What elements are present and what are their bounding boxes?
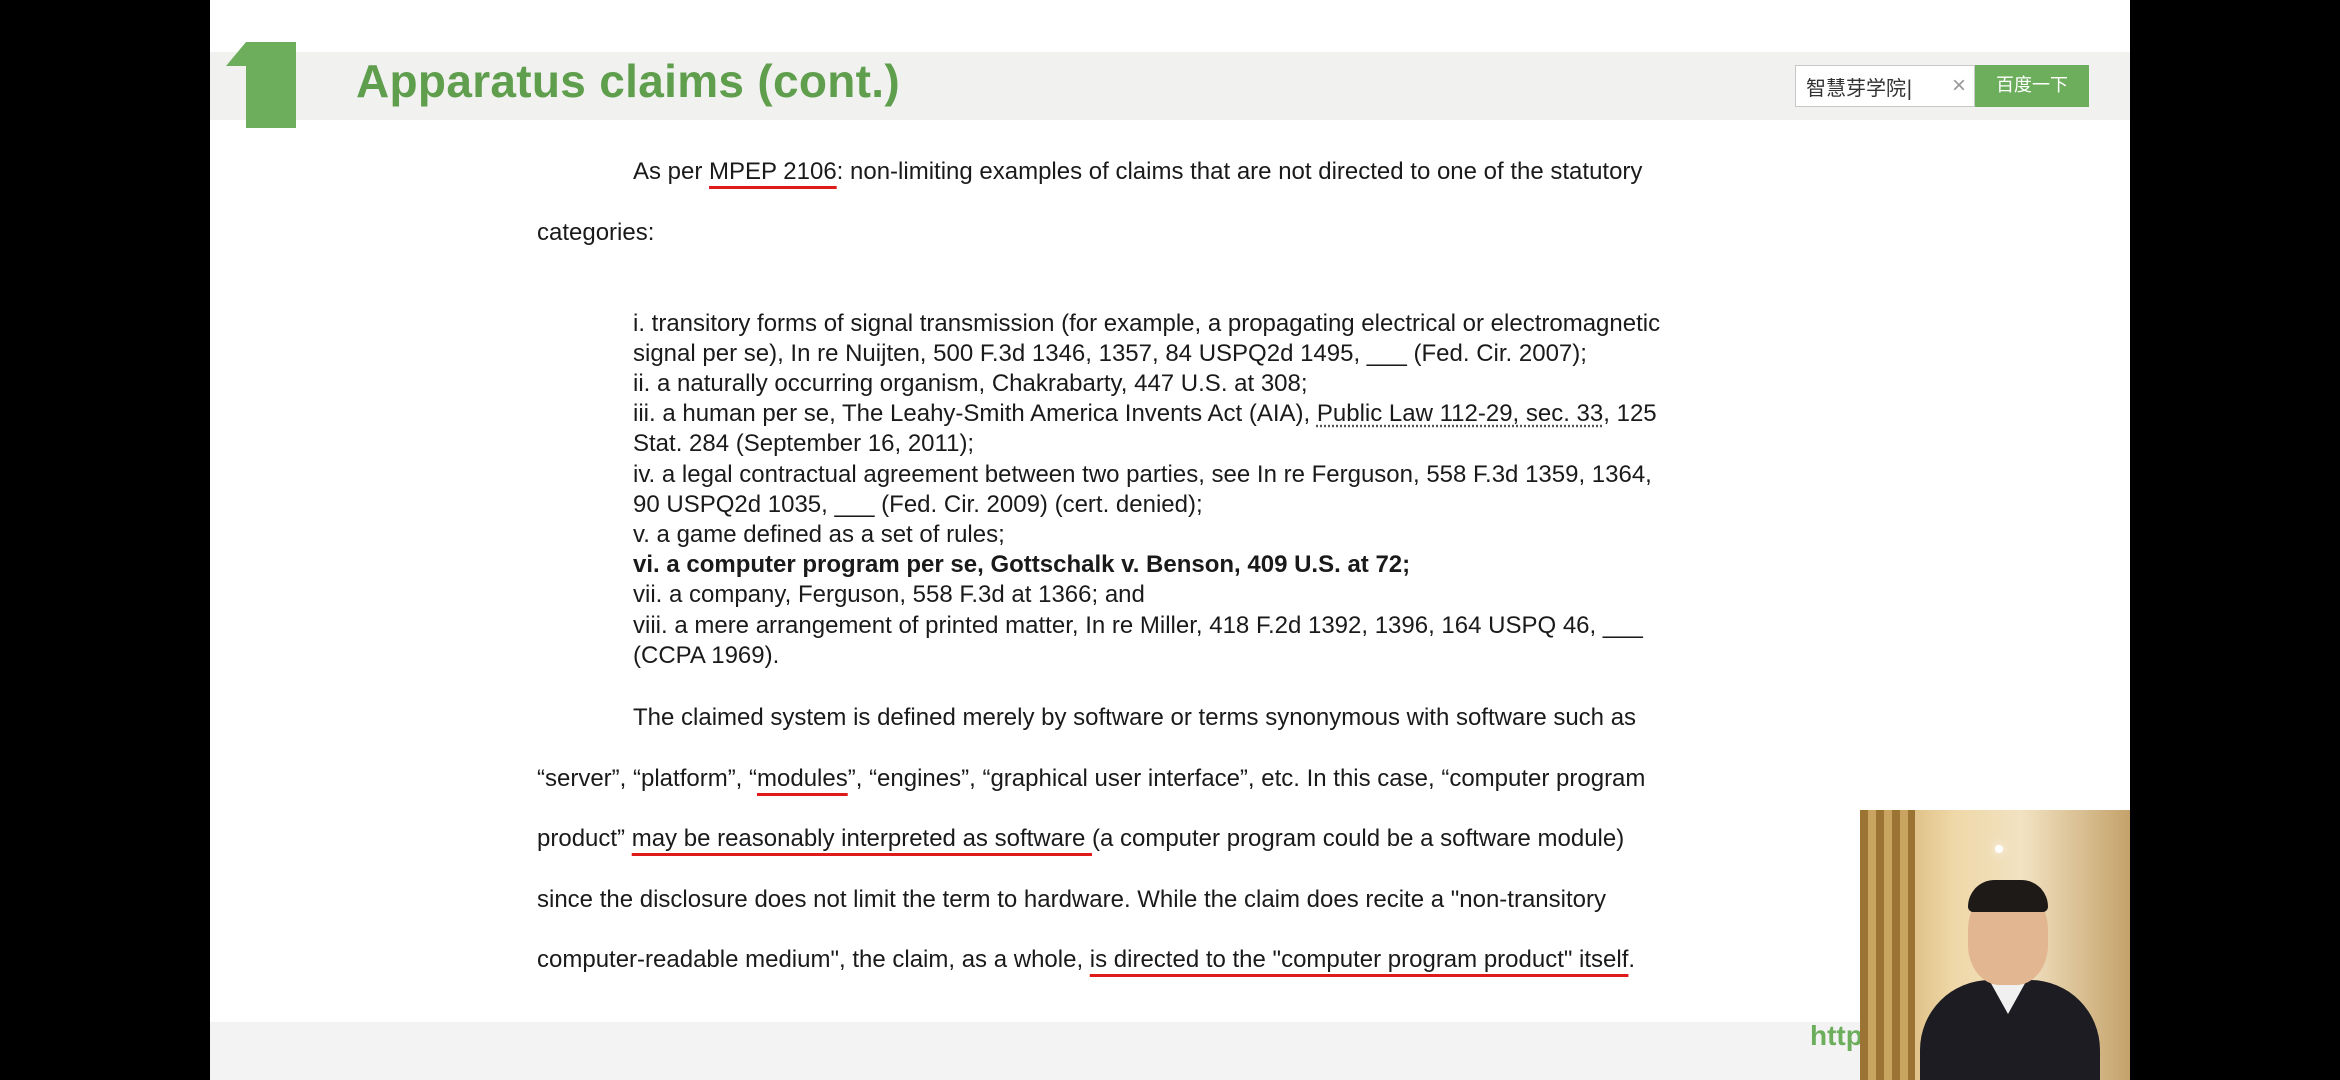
intro-text: : non-limiting examples of claims that a… [836,158,1643,185]
list-item: iii. a human per se, The Leahy-Smith Ame… [633,400,1657,428]
body-text: product” [537,825,632,852]
body-text: . [1628,946,1636,973]
list-item: i. transitory forms of signal transmissi… [633,310,1661,337]
list-item: 90 USPQ2d 1035, ___ (Fed. Cir. 2009) (ce… [633,491,1203,518]
intro-line-2: categories: [537,219,655,246]
presenter-hair [1968,880,2048,912]
intro-line-1: As per MPEP 2106: non-limiting examples … [633,158,1642,186]
body-line-3: product” may be reasonably interpreted a… [537,825,1624,853]
list-item: vii. a company, Ferguson, 558 F.3d at 13… [633,581,1145,608]
underlined-modules: modules [757,765,848,792]
list-item: (CCPA 1969). [633,642,780,669]
list-text: iii. a human per se, The Leahy-Smith Ame… [633,400,1317,427]
list-item: ii. a naturally occurring organism, Chak… [633,370,1308,397]
underlined-directed: is directed to the "computer program pro… [1089,946,1629,973]
list-item: v. a game defined as a set of rules; [633,521,1005,548]
list-item: iv. a legal contractual agreement betwee… [633,461,1652,488]
list-item-highlighted: vi. a computer program per se, Gottschal… [633,551,1411,578]
list-text: , 125 [1603,400,1657,427]
search-input[interactable] [1806,66,1938,106]
search-button[interactable]: 百度一下 [1975,65,2089,107]
intro-text: As per [633,158,710,185]
body-line-2: “server”, “platform”, “modules”, “engine… [537,765,1645,793]
slide-title: Apparatus claims (cont.) [356,55,900,107]
presentation-slide: Apparatus claims (cont.) × 百度一下 As per M… [210,0,2130,1080]
underlined-software: may be reasonably interpreted as softwar… [631,825,1092,852]
lamp [1995,845,2003,853]
list-item: signal per se), In re Nuijten, 500 F.3d … [633,340,1587,367]
section-mark-icon [246,42,296,128]
webcam-overlay [1860,810,2130,1080]
body-text: “server”, “platform”, “ [537,765,758,792]
public-law-link[interactable]: Public Law 112-29, sec. 33 [1317,400,1603,427]
body-line-4: since the disclosure does not limit the … [537,886,1606,913]
body-text: (a computer program could be a software … [1091,825,1625,852]
list-item: Stat. 284 (September 16, 2011); [633,430,975,457]
body-text: computer-readable medium", the claim, as… [537,946,1090,973]
footer-url: http [1810,1020,1863,1051]
mpep-link[interactable]: MPEP 2106 [709,158,837,185]
body-line-5: computer-readable medium", the claim, as… [537,946,1635,974]
body-line-1: The claimed system is defined merely by … [633,704,1637,731]
clear-icon[interactable]: × [1952,72,1966,100]
body-text: ”, “engines”, “graphical user interface”… [847,765,1646,792]
curtain [1860,810,1915,1080]
search-box[interactable]: × [1795,65,1975,107]
list-item: viii. a mere arrangement of printed matt… [633,612,1643,639]
